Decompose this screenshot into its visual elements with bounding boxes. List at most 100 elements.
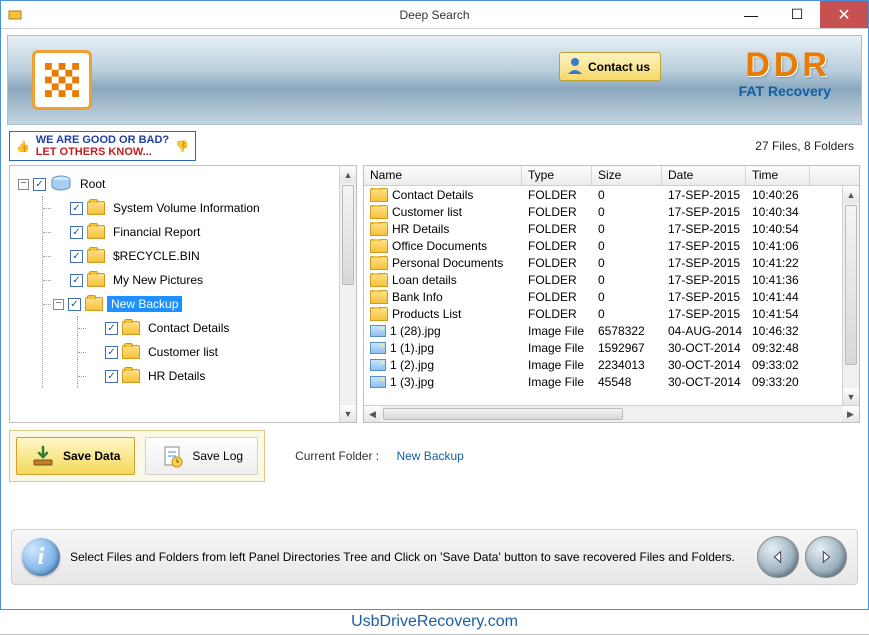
tree-item-label: Customer list xyxy=(144,344,222,360)
cell-type: Image File xyxy=(522,375,592,389)
table-row[interactable]: Loan detailsFOLDER017-SEP-201510:41:36 xyxy=(364,271,842,288)
folder-icon xyxy=(370,222,388,236)
app-icon xyxy=(1,7,29,23)
checkbox[interactable] xyxy=(70,250,83,263)
contact-us-button[interactable]: Contact us xyxy=(559,52,661,81)
folder-icon xyxy=(122,321,140,335)
table-row[interactable]: Office DocumentsFOLDER017-SEP-201510:41:… xyxy=(364,237,842,254)
cell-type: FOLDER xyxy=(522,188,592,202)
checkbox[interactable] xyxy=(33,178,46,191)
forward-button[interactable] xyxy=(805,536,847,578)
scroll-left-icon[interactable]: ◀ xyxy=(364,406,381,422)
checkbox[interactable] xyxy=(105,346,118,359)
tree-item-label: My New Pictures xyxy=(109,272,207,288)
back-button[interactable] xyxy=(757,536,799,578)
list-vertical-scrollbar[interactable]: ▲ ▼ xyxy=(842,186,859,405)
cell-size: 0 xyxy=(592,205,662,219)
cell-date: 30-OCT-2014 xyxy=(662,375,746,389)
collapse-icon[interactable]: − xyxy=(18,179,29,190)
scroll-right-icon[interactable]: ▶ xyxy=(842,406,859,422)
hint-text: Select Files and Folders from left Panel… xyxy=(70,550,747,564)
cell-size: 45548 xyxy=(592,375,662,389)
thumbs-up-icon: 👍 xyxy=(16,140,30,153)
tree-item[interactable]: HR Details xyxy=(86,364,337,388)
folder-icon xyxy=(370,273,388,287)
scroll-down-icon[interactable]: ▼ xyxy=(843,388,859,405)
folder-icon xyxy=(87,225,105,239)
checkbox[interactable] xyxy=(68,298,81,311)
scroll-thumb[interactable] xyxy=(342,185,354,285)
save-icon xyxy=(31,444,55,468)
cell-time: 10:41:44 xyxy=(746,290,810,304)
checkbox[interactable] xyxy=(70,202,83,215)
directory-tree[interactable]: − Root System Volume InformationFinancia… xyxy=(10,166,339,422)
site-link[interactable]: UsbDriveRecovery.com xyxy=(0,610,869,634)
window-title: Deep Search xyxy=(399,8,469,22)
collapse-icon[interactable]: − xyxy=(53,299,64,310)
cell-type: FOLDER xyxy=(522,273,592,287)
cell-size: 0 xyxy=(592,290,662,304)
table-row[interactable]: Customer listFOLDER017-SEP-201510:40:34 xyxy=(364,203,842,220)
tree-item[interactable]: System Volume Information xyxy=(51,196,337,220)
tree-item[interactable]: My New Pictures xyxy=(51,268,337,292)
table-row[interactable]: 1 (3).jpgImage File4554830-OCT-201409:33… xyxy=(364,373,842,390)
checkbox[interactable] xyxy=(70,226,83,239)
table-row[interactable]: 1 (2).jpgImage File223401330-OCT-201409:… xyxy=(364,356,842,373)
file-name: Loan details xyxy=(392,273,457,287)
cell-time: 09:33:20 xyxy=(746,375,810,389)
list-header[interactable]: Name Type Size Date Time xyxy=(364,166,859,186)
list-horizontal-scrollbar[interactable]: ◀ ▶ xyxy=(364,405,859,422)
tree-vertical-scrollbar[interactable]: ▲ ▼ xyxy=(339,166,356,422)
checkbox[interactable] xyxy=(70,274,83,287)
close-button[interactable]: ✕ xyxy=(820,1,868,28)
col-date[interactable]: Date xyxy=(662,166,746,185)
table-row[interactable]: Personal DocumentsFOLDER017-SEP-201510:4… xyxy=(364,254,842,271)
save-data-button[interactable]: Save Data xyxy=(16,437,135,475)
table-row[interactable]: HR DetailsFOLDER017-SEP-201510:40:54 xyxy=(364,220,842,237)
table-row[interactable]: 1 (28).jpgImage File657832204-AUG-201410… xyxy=(364,322,842,339)
tree-item[interactable]: Financial Report xyxy=(51,220,337,244)
checkbox[interactable] xyxy=(105,370,118,383)
cell-time: 10:41:06 xyxy=(746,239,810,253)
tree-item-label: $RECYCLE.BIN xyxy=(109,248,204,264)
folder-icon xyxy=(370,256,388,270)
file-name: HR Details xyxy=(392,222,449,236)
folder-icon xyxy=(370,290,388,304)
scroll-down-icon[interactable]: ▼ xyxy=(340,405,356,422)
col-time[interactable]: Time xyxy=(746,166,810,185)
file-name: Contact Details xyxy=(392,188,473,202)
col-name[interactable]: Name xyxy=(364,166,522,185)
folder-icon xyxy=(87,249,105,263)
scroll-up-icon[interactable]: ▲ xyxy=(843,186,859,203)
cell-size: 0 xyxy=(592,307,662,321)
file-list[interactable]: Contact DetailsFOLDER017-SEP-201510:40:2… xyxy=(364,186,842,405)
tree-item[interactable]: Contact Details xyxy=(86,316,337,340)
cell-time: 09:33:02 xyxy=(746,358,810,372)
cell-time: 10:46:32 xyxy=(746,324,810,338)
table-row[interactable]: Products ListFOLDER017-SEP-201510:41:54 xyxy=(364,305,842,322)
cell-size: 0 xyxy=(592,273,662,287)
col-size[interactable]: Size xyxy=(592,166,662,185)
tree-item[interactable]: $RECYCLE.BIN xyxy=(51,244,337,268)
minimize-button[interactable]: — xyxy=(728,1,774,28)
tree-item[interactable]: −New Backup xyxy=(51,292,337,316)
col-type[interactable]: Type xyxy=(522,166,592,185)
table-row[interactable]: Contact DetailsFOLDER017-SEP-201510:40:2… xyxy=(364,186,842,203)
table-row[interactable]: Bank InfoFOLDER017-SEP-201510:41:44 xyxy=(364,288,842,305)
cell-type: FOLDER xyxy=(522,205,592,219)
scroll-thumb[interactable] xyxy=(383,408,623,420)
scroll-thumb[interactable] xyxy=(845,205,857,365)
checkbox[interactable] xyxy=(105,322,118,335)
promo-banner[interactable]: 👍 WE ARE GOOD OR BAD? LET OTHERS KNOW...… xyxy=(9,131,196,161)
save-log-button[interactable]: Save Log xyxy=(145,437,258,475)
hint-bar: i Select Files and Folders from left Pan… xyxy=(11,529,858,585)
tree-root[interactable]: − Root xyxy=(16,172,337,196)
file-name: Bank Info xyxy=(392,290,443,304)
action-buttons: Save Data Save Log xyxy=(9,430,265,482)
image-icon xyxy=(370,359,386,371)
maximize-button[interactable]: ☐ xyxy=(774,1,820,28)
cell-size: 6578322 xyxy=(592,324,662,338)
table-row[interactable]: 1 (1).jpgImage File159296730-OCT-201409:… xyxy=(364,339,842,356)
tree-item[interactable]: Customer list xyxy=(86,340,337,364)
scroll-up-icon[interactable]: ▲ xyxy=(340,166,356,183)
